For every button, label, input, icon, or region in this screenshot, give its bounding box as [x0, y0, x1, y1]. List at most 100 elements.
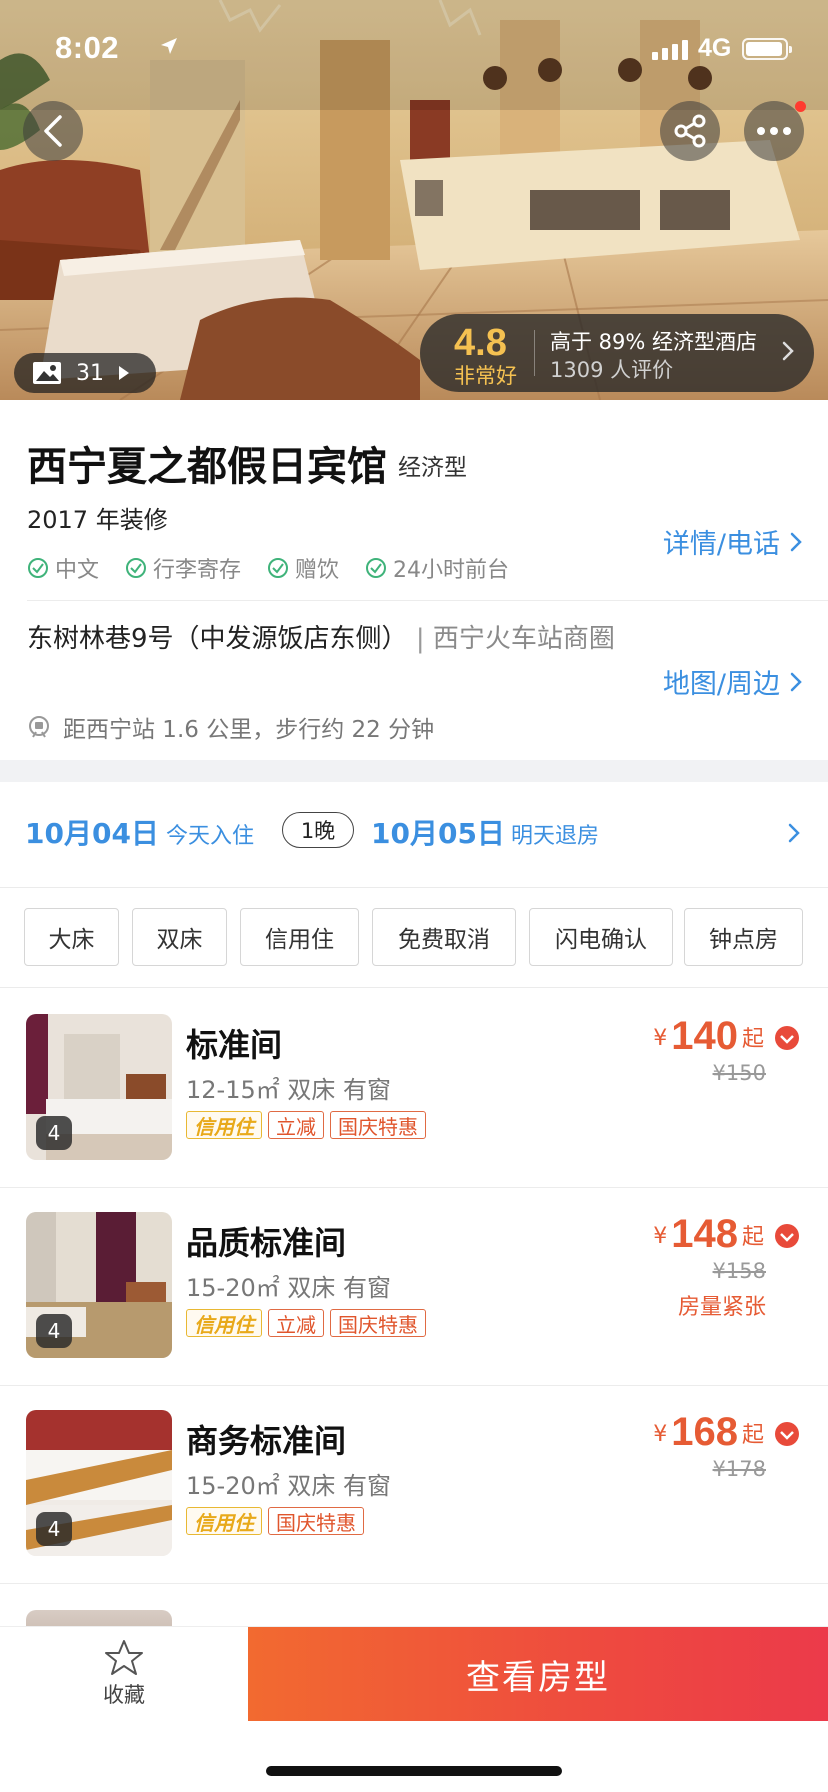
room-thumbnail[interactable]: 4 — [26, 1212, 172, 1358]
price-from: 起 — [741, 1423, 764, 1448]
room-name: 商务标准间 — [186, 1422, 347, 1460]
availability-note: 房量紧张 — [677, 1295, 766, 1320]
expand-circle-icon[interactable] — [774, 1025, 800, 1051]
details-phone-link[interactable]: 详情/电话 — [663, 522, 802, 561]
amenity-item: 赠饮 — [267, 552, 339, 584]
price-line: ¥ 148 起 — [580, 1212, 800, 1257]
room-row[interactable]: 4 商务标准间 15-20㎡ 双床 有窗 信用住 国庆特惠 ¥ 168 起 ¥1… — [0, 1386, 828, 1584]
room-thumbnail[interactable]: 4 — [26, 1014, 172, 1160]
room-tags: 信用住 立减 国庆特惠 — [186, 1309, 426, 1337]
gallery-count: 31 — [76, 360, 104, 386]
nights-badge: 1晚 — [282, 812, 354, 848]
address-text: 东树林巷9号（中发源饭店东侧） — [27, 624, 408, 654]
room-price: ¥ 140 起 ¥150 — [580, 1014, 800, 1085]
favorite-button[interactable]: 收藏 — [0, 1627, 248, 1721]
currency-symbol: ¥ — [653, 1422, 668, 1447]
play-icon — [119, 366, 129, 380]
room-thumbnail[interactable]: 4 — [26, 1410, 172, 1556]
date-selector[interactable]: 10月04日 今天入住 1晚 10月05日 明天退房 — [0, 782, 828, 888]
notification-dot — [795, 101, 806, 112]
status-bar: 8:02 4G — [0, 0, 828, 100]
photo-count-badge: 4 — [36, 1116, 72, 1150]
back-button[interactable] — [23, 101, 83, 161]
expand-circle-icon[interactable] — [774, 1223, 800, 1249]
chevron-left-icon — [44, 115, 62, 147]
price-line: ¥ 140 起 — [580, 1014, 800, 1059]
chevron-right-icon — [782, 341, 794, 361]
check-circle-icon — [126, 558, 147, 578]
filter-chip-instant-confirm[interactable]: 闪电确认 — [529, 908, 673, 966]
more-icon — [757, 127, 791, 135]
photo-count-badge: 4 — [36, 1512, 72, 1546]
filter-chip-credit-stay[interactable]: 信用住 — [240, 908, 359, 966]
map-nearby-label: 地图/周边 — [662, 669, 780, 700]
currency-symbol: ¥ — [653, 1224, 668, 1249]
credit-stay-tag: 信用住 — [186, 1111, 262, 1139]
amenity-label: 24小时前台 — [393, 558, 510, 583]
star-icon — [105, 1640, 143, 1675]
status-time: 8:02 — [55, 30, 120, 65]
hotel-name: 西宁夏之都假日宾馆 — [27, 444, 387, 490]
holiday-deal-tag: 国庆特惠 — [330, 1309, 426, 1337]
rating-pill[interactable]: 4.8 非常好 高于 89% 经济型酒店 1309 人评价 — [420, 314, 814, 392]
rating-divider — [534, 330, 535, 376]
room-price: ¥ 148 起 ¥158 房量紧张 — [580, 1212, 800, 1321]
room-price: ¥ 168 起 ¥178 — [580, 1410, 800, 1481]
original-price: ¥158 — [712, 1259, 766, 1283]
signal-icon — [652, 40, 688, 60]
photo-count-badge: 4 — [36, 1314, 72, 1348]
more-button[interactable] — [744, 101, 804, 161]
room-row[interactable]: 4 品质标准间 15-20㎡ 双床 有窗 信用住 立减 国庆特惠 ¥ 148 起… — [0, 1188, 828, 1386]
amenity-list: 中文 行李寄存 赠饮 24小时前台 — [27, 552, 509, 584]
holiday-deal-tag: 国庆特惠 — [268, 1507, 364, 1535]
share-button[interactable] — [660, 101, 720, 161]
price-value: 148 — [671, 1212, 738, 1256]
divider — [27, 600, 828, 601]
room-row[interactable]: 4 标准间 12-15㎡ 双床 有窗 信用住 立减 国庆特惠 ¥ 140 起 ¥… — [0, 990, 828, 1188]
home-indicator — [266, 1766, 562, 1776]
filter-chip-twin-bed[interactable]: 双床 — [132, 908, 227, 966]
hotel-info-card: 西宁夏之都假日宾馆 经济型 2017 年装修 中文 行李寄存 赠饮 24小时前台… — [0, 404, 828, 760]
map-nearby-link[interactable]: 地图/周边 — [663, 662, 802, 701]
check-out-label: 明天退房 — [511, 824, 600, 849]
filter-chip-king-bed[interactable]: 大床 — [24, 908, 119, 966]
details-phone-label: 详情/电话 — [662, 529, 780, 560]
filter-chip-free-cancel[interactable]: 免费取消 — [372, 908, 516, 966]
hotel-address[interactable]: 东树林巷9号（中发源饭店东侧） | 西宁火车站商圈 — [27, 620, 627, 658]
check-in-label: 今天入住 — [166, 824, 255, 849]
currency-symbol: ¥ — [653, 1026, 668, 1051]
gallery-button[interactable]: 31 — [14, 353, 156, 393]
room-filter-bar: 大床 双床 信用住 免费取消 闪电确认 钟点房 — [0, 888, 828, 988]
room-name: 品质标准间 — [186, 1224, 347, 1262]
amenity-label: 行李寄存 — [153, 558, 242, 583]
room-tags: 信用住 国庆特惠 — [186, 1507, 364, 1535]
filter-chip-hourly[interactable]: 钟点房 — [684, 908, 803, 966]
check-circle-icon — [366, 558, 387, 578]
station-distance: 距西宁站 1.6 公里，步行约 22 分钟 — [27, 710, 434, 744]
chevron-right-icon — [790, 532, 802, 551]
room-name: 标准间 — [186, 1026, 283, 1064]
network-type: 4G — [698, 34, 732, 62]
holiday-deal-tag: 国庆特惠 — [330, 1111, 426, 1139]
price-value: 140 — [671, 1014, 738, 1058]
hero-photo[interactable]: 8:02 4G 31 4.8 非常好 高于 89% 经济型酒店 1309 人评价 — [0, 0, 828, 400]
check-circle-icon — [268, 558, 289, 578]
favorite-label: 收藏 — [103, 1683, 145, 1707]
original-price: ¥150 — [712, 1061, 766, 1085]
view-rooms-button[interactable]: 查看房型 — [248, 1627, 828, 1721]
district-text: 西宁火车站商圈 — [432, 624, 615, 654]
check-in-date: 10月04日 — [25, 817, 159, 850]
amenity-item: 行李寄存 — [125, 552, 241, 584]
share-icon — [674, 114, 706, 148]
renovation-year: 2017 年装修 — [27, 506, 168, 534]
room-tags: 信用住 立减 国庆特惠 — [186, 1111, 426, 1139]
discount-tag: 立减 — [268, 1309, 324, 1337]
room-spec: 12-15㎡ 双床 有窗 — [186, 1076, 391, 1104]
price-from: 起 — [741, 1225, 764, 1250]
address-separator: | — [415, 624, 425, 654]
rating-score: 4.8 — [454, 322, 507, 364]
review-count: 1309 人评价 — [550, 358, 674, 382]
price-from: 起 — [741, 1027, 764, 1052]
expand-circle-icon[interactable] — [774, 1421, 800, 1447]
amenity-item: 中文 — [27, 552, 99, 584]
